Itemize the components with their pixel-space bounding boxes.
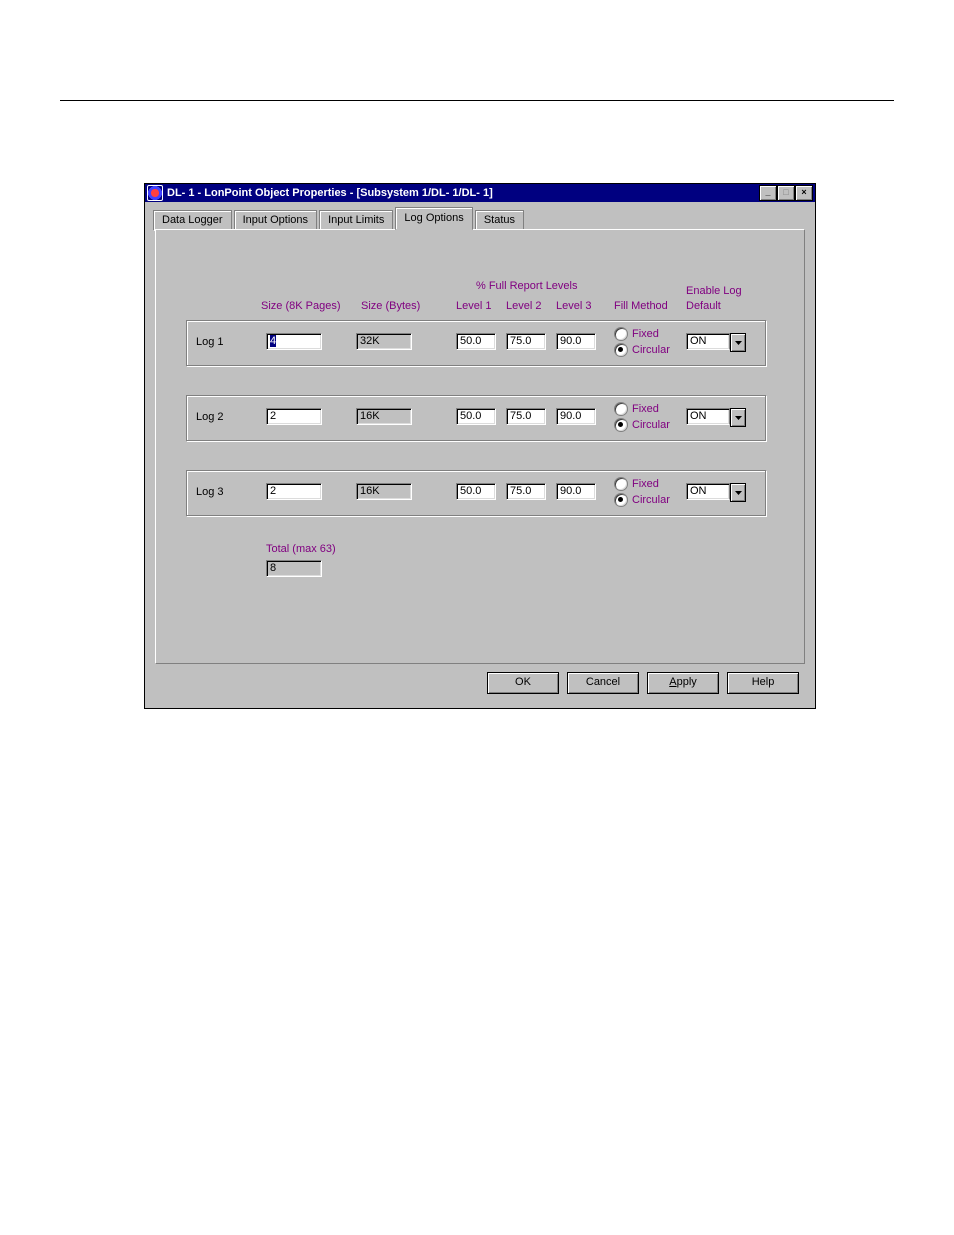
dropdown-log3-enable[interactable]: ON (686, 483, 746, 502)
radio-log1-fixed[interactable]: Fixed (614, 327, 659, 341)
chevron-down-icon[interactable] (730, 333, 746, 352)
radio-log1-fixed-label: Fixed (632, 328, 659, 340)
input-log3-level2[interactable]: 75.0 (506, 483, 546, 500)
radio-log3-circular-label: Circular (632, 494, 670, 506)
label-log-3: Log 3 (196, 486, 224, 498)
page-rule (60, 100, 894, 101)
input-log2-size-pages[interactable]: 2 (266, 408, 322, 425)
maximize-button: □ (777, 185, 795, 201)
input-log1-size-pages[interactable]: 4 (266, 333, 322, 350)
chevron-down-icon[interactable] (730, 483, 746, 502)
radio-log2-fixed-label: Fixed (632, 403, 659, 415)
display-total: 8 (266, 560, 322, 577)
header-enable-log: Enable Log (686, 285, 742, 297)
dropdown-log3-enable-value: ON (686, 483, 730, 500)
label-log-1: Log 1 (196, 336, 224, 348)
input-log2-level2[interactable]: 75.0 (506, 408, 546, 425)
header-level-3: Level 3 (556, 300, 591, 312)
tab-data-logger[interactable]: Data Logger (153, 210, 232, 231)
input-log3-level3[interactable]: 90.0 (556, 483, 596, 500)
client-area: Data Logger Input Options Input Limits L… (145, 202, 815, 708)
radio-log2-fixed[interactable]: Fixed (614, 402, 659, 416)
radio-log3-fixed[interactable]: Fixed (614, 477, 659, 491)
apply-button[interactable]: Apply (647, 672, 719, 694)
label-log-2: Log 2 (196, 411, 224, 423)
help-button[interactable]: Help (727, 672, 799, 694)
display-log3-size-bytes: 16K (356, 483, 412, 500)
radio-log3-circular[interactable]: Circular (614, 493, 670, 507)
dropdown-log2-enable[interactable]: ON (686, 408, 746, 427)
input-log2-level1[interactable]: 50.0 (456, 408, 496, 425)
radio-log3-fixed-label: Fixed (632, 478, 659, 490)
tab-strip: Data Logger Input Options Input Limits L… (153, 208, 805, 230)
header-size-pages: Size (8K Pages) (261, 300, 340, 312)
header-full-report: % Full Report Levels (476, 280, 578, 292)
title-bar[interactable]: DL- 1 - LonPoint Object Properties - [Su… (145, 184, 815, 202)
tab-log-options[interactable]: Log Options (395, 207, 472, 230)
header-default: Default (686, 300, 721, 312)
window-controls: _ □ × (759, 185, 813, 201)
dropdown-log2-enable-value: ON (686, 408, 730, 425)
input-log2-level3[interactable]: 90.0 (556, 408, 596, 425)
radio-log1-circular-label: Circular (632, 344, 670, 356)
input-log3-size-pages[interactable]: 2 (266, 483, 322, 500)
dropdown-log1-enable-value: ON (686, 333, 730, 350)
header-size-bytes: Size (Bytes) (361, 300, 420, 312)
header-level-1: Level 1 (456, 300, 491, 312)
cancel-button[interactable]: Cancel (567, 672, 639, 694)
tab-input-options[interactable]: Input Options (234, 210, 317, 231)
minimize-button[interactable]: _ (759, 185, 777, 201)
ok-button[interactable]: OK (487, 672, 559, 694)
header-fill-method: Fill Method (614, 300, 668, 312)
label-total: Total (max 63) (266, 543, 336, 555)
radio-log2-circular[interactable]: Circular (614, 418, 670, 432)
input-log1-level3[interactable]: 90.0 (556, 333, 596, 350)
tab-status[interactable]: Status (475, 210, 524, 231)
display-log1-size-bytes: 32K (356, 333, 412, 350)
display-log2-size-bytes: 16K (356, 408, 412, 425)
input-log1-level1[interactable]: 50.0 (456, 333, 496, 350)
chevron-down-icon[interactable] (730, 408, 746, 427)
window-title: DL- 1 - LonPoint Object Properties - [Su… (167, 187, 759, 199)
app-icon (147, 185, 163, 201)
header-level-2: Level 2 (506, 300, 541, 312)
dropdown-log1-enable[interactable]: ON (686, 333, 746, 352)
radio-log1-circular[interactable]: Circular (614, 343, 670, 357)
button-row: OK Cancel Apply Help (155, 664, 805, 700)
input-log1-level2[interactable]: 75.0 (506, 333, 546, 350)
radio-log2-circular-label: Circular (632, 419, 670, 431)
close-button[interactable]: × (795, 185, 813, 201)
dialog-window: DL- 1 - LonPoint Object Properties - [Su… (144, 183, 816, 709)
input-log3-level1[interactable]: 50.0 (456, 483, 496, 500)
tab-input-limits[interactable]: Input Limits (319, 210, 393, 231)
tab-panel-log-options: Size (8K Pages) Size (Bytes) % Full Repo… (155, 229, 805, 664)
